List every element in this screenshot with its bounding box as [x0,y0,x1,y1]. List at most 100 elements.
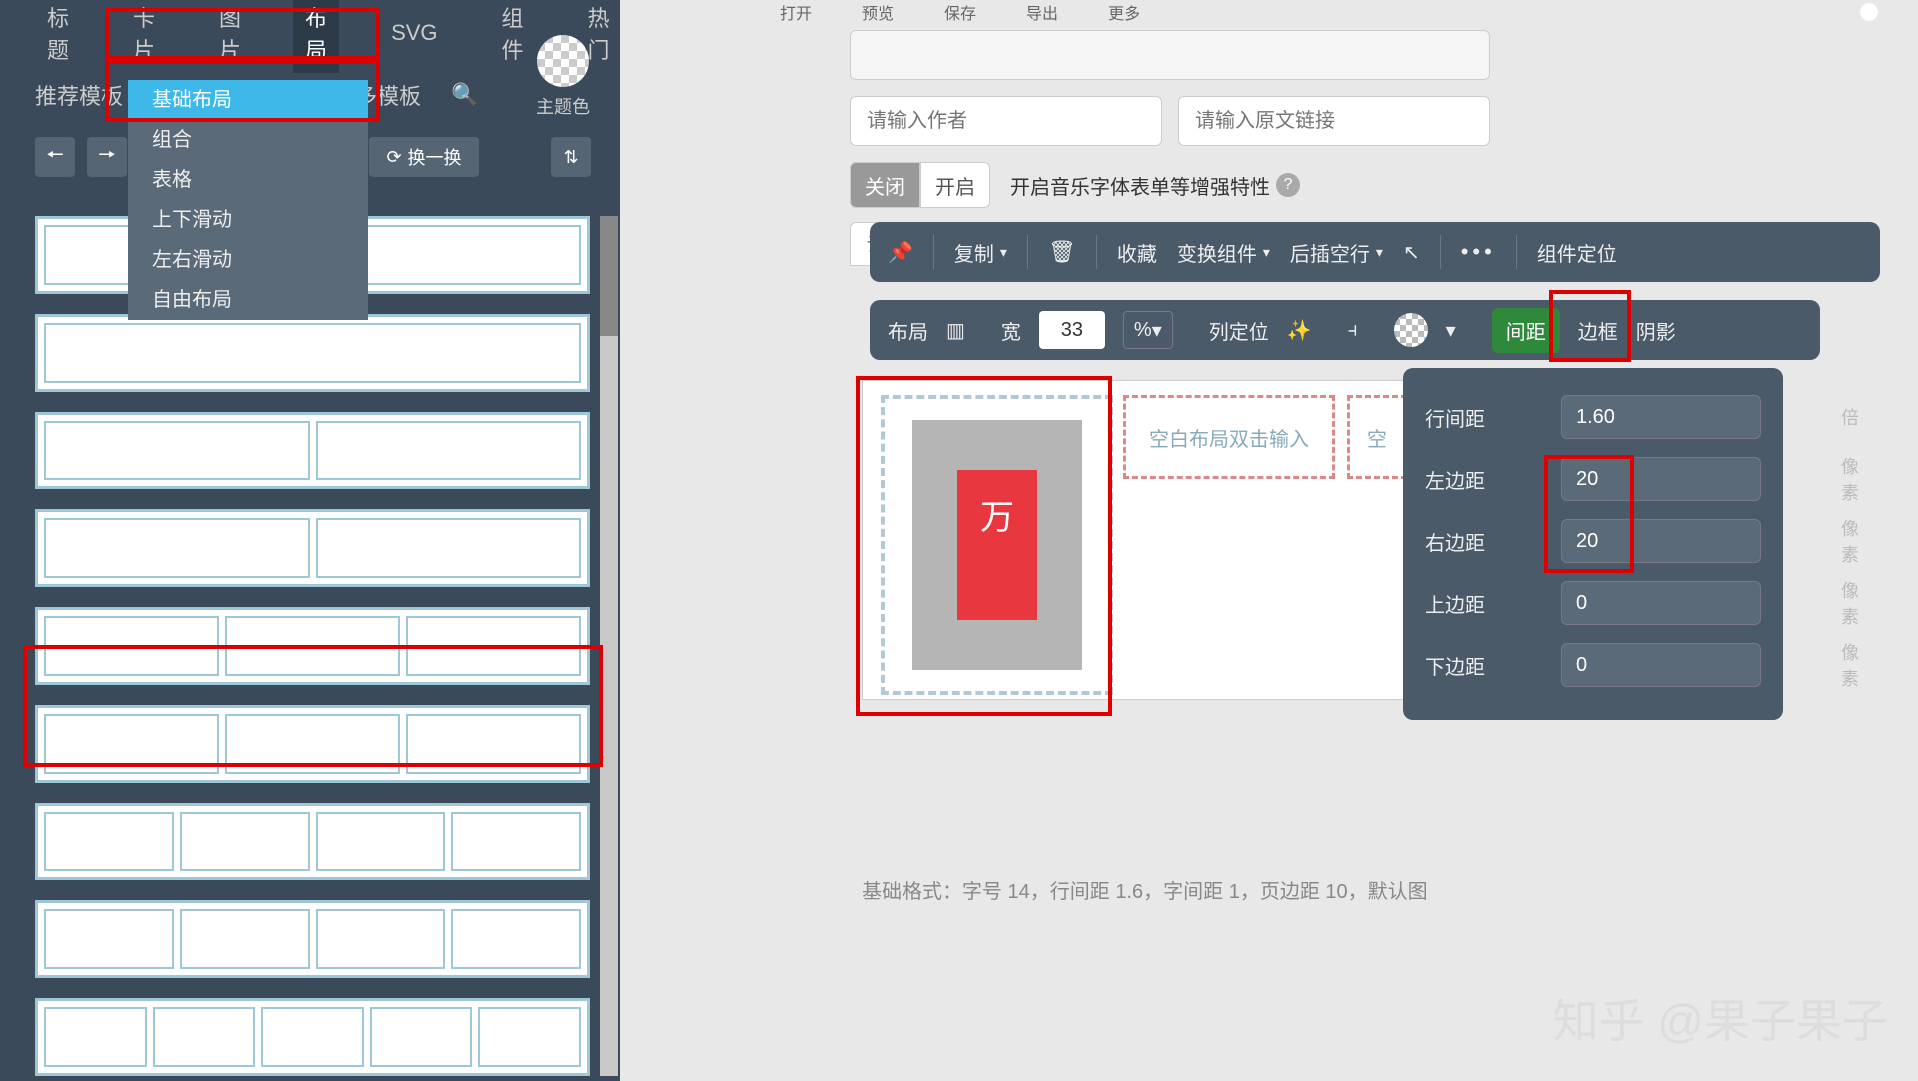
locate-button[interactable]: 组件定位 [1537,238,1617,267]
spacing-panel: 行间距 倍 左边距 像素 右边距 像素 上边距 像素 下边距 像素 [1403,368,1783,720]
theme-color[interactable]: 主题色 [536,35,590,119]
columns-icon[interactable]: ▥ [946,318,965,343]
tab-layout[interactable]: 布局 [293,0,339,73]
align-icon[interactable]: ⫞ [1348,319,1358,342]
top-menu: 打开 预览 保存 导出 更多 [780,0,1878,24]
watermark: 知乎 @果子果子 [1553,985,1888,1051]
layout-template[interactable] [35,412,590,490]
caret-down-icon: ▾ [1000,244,1007,261]
toggle-on[interactable]: 开启 [920,162,990,208]
red-card[interactable]: 万 [957,470,1037,620]
scroll-thumb[interactable] [600,216,618,336]
top-margin-input[interactable] [1576,592,1841,615]
component-toolbar: 📌 复制 ▾ 🗑 收藏 变换组件 ▾ 后插空行 ▾ ↖ ••• 组件定位 [870,222,1880,282]
unit-label: 像素 [1841,453,1859,505]
category-tabs: 标题 卡片 图片 布局 SVG 组件 热门 [0,0,620,65]
layout-template[interactable] [35,900,590,978]
footer-description: 基础格式：字号 14，行间距 1.6，字间距 1，页边距 10，默认图 [862,875,1428,904]
layout-dropdown: 基础布局 组合 表格 上下滑动 左右滑动 自由布局 [128,80,368,320]
left-margin-input[interactable] [1576,468,1841,491]
width-input[interactable] [1039,311,1105,349]
refresh-icon: ⟳ [386,147,401,168]
layout-template[interactable] [35,803,590,881]
left-margin-label: 左边距 [1425,465,1485,494]
theme-swatch-icon [537,35,589,87]
caret-down-icon: ▾ [1263,244,1270,261]
dd-combo[interactable]: 组合 [128,120,368,160]
magic-icon[interactable]: ✨ [1287,318,1312,343]
layout-template[interactable] [35,509,590,587]
back-button[interactable]: 🠔 [35,137,75,177]
help-icon[interactable]: ? [1276,173,1300,197]
more-icon[interactable]: ••• [1461,239,1496,265]
layout-templates [35,216,590,1076]
caret-down-icon: ▾ [1376,244,1383,261]
bottom-margin-label: 下边距 [1425,651,1485,680]
sort-button[interactable]: ⇅ [551,137,591,177]
dd-basic-layout[interactable]: 基础布局 [128,80,368,120]
dd-free[interactable]: 自由布局 [128,280,368,320]
layout-template[interactable] [35,314,590,392]
forward-button[interactable]: 🠖 [87,137,127,177]
width-unit[interactable]: % ▾ [1123,311,1173,349]
tab-title[interactable]: 标题 [35,0,81,73]
cursor-icon[interactable]: ↖ [1403,240,1420,265]
bg-swatch-icon[interactable] [1394,313,1428,347]
insert-blank-button[interactable]: 后插空行 ▾ [1290,238,1383,267]
author-input[interactable] [850,96,1162,146]
unit-label: 像素 [1841,639,1859,691]
disabled-input [850,30,1490,80]
column-pos-button[interactable]: 列定位 [1209,316,1269,345]
right-margin-label: 右边距 [1425,527,1485,556]
border-button[interactable]: 边框 [1578,316,1618,345]
scrollbar[interactable] [600,216,618,1076]
dd-table[interactable]: 表格 [128,160,368,200]
favorite-button[interactable]: 收藏 [1117,238,1157,267]
theme-label: 主题色 [536,97,590,117]
search-icon[interactable]: 🔍 [451,82,478,108]
layout-template[interactable] [35,705,590,783]
dd-hscroll[interactable]: 左右滑动 [128,240,368,280]
bottom-margin-input[interactable] [1576,654,1841,677]
menu-preview[interactable]: 预览 [862,0,894,24]
line-spacing-label: 行间距 [1425,403,1485,432]
card-text: 万 [980,490,1014,539]
copy-button[interactable]: 复制 ▾ [954,238,1007,267]
trash-icon[interactable]: 🗑 [1048,239,1076,265]
unit-label: 像素 [1841,577,1859,629]
layout-cell-selected[interactable]: 万 [881,395,1113,695]
line-spacing-input[interactable] [1576,406,1841,429]
width-label: 宽 [1001,316,1021,345]
tab-component[interactable]: 组件 [490,0,536,73]
tab-card[interactable]: 卡片 [121,0,167,73]
unit-label: 倍 [1841,404,1859,430]
style-toolbar: 布局 ▥ 宽 % ▾ 列定位 ✨ ⫞ ▾ 间距 边框 阴影 [870,300,1820,360]
menu-open[interactable]: 打开 [780,0,812,24]
toggle-off[interactable]: 关闭 [850,162,920,208]
transform-button[interactable]: 变换组件 ▾ [1177,238,1270,267]
menu-more[interactable]: 更多 [1108,0,1140,24]
menu-export[interactable]: 导出 [1026,0,1058,24]
dd-vscroll[interactable]: 上下滑动 [128,200,368,240]
spacing-button[interactable]: 间距 [1492,308,1560,353]
shuffle-button[interactable]: ⟳ 换一换 [369,137,479,177]
menu-save[interactable]: 保存 [944,0,976,24]
avatar-icon[interactable] [1860,3,1878,21]
layout-cell-blank[interactable]: 空白布局双击输入 [1123,395,1335,479]
unit-label: 像素 [1841,515,1859,567]
caret-down-icon: ▾ [1446,318,1456,343]
pin-icon[interactable]: 📌 [888,240,913,265]
tab-svg[interactable]: SVG [379,12,449,54]
layout-cell-blank[interactable]: 空 [1347,395,1407,479]
tab-recommend[interactable]: 推荐模板 [35,79,123,111]
shadow-button[interactable]: 阴影 [1636,316,1676,345]
shuffle-label: 换一换 [408,144,462,170]
right-margin-input[interactable] [1576,530,1841,553]
tab-image[interactable]: 图片 [207,0,253,73]
layout-template[interactable] [35,607,590,685]
layout-template[interactable] [35,998,590,1076]
link-input[interactable] [1178,96,1490,146]
top-margin-label: 上边距 [1425,589,1485,618]
enhance-label: 开启音乐字体表单等增强特性 [1010,171,1270,200]
left-panel: 标题 卡片 图片 布局 SVG 组件 热门 推荐模板 更多模板 🔍 主题色 🠔 … [0,0,620,1081]
